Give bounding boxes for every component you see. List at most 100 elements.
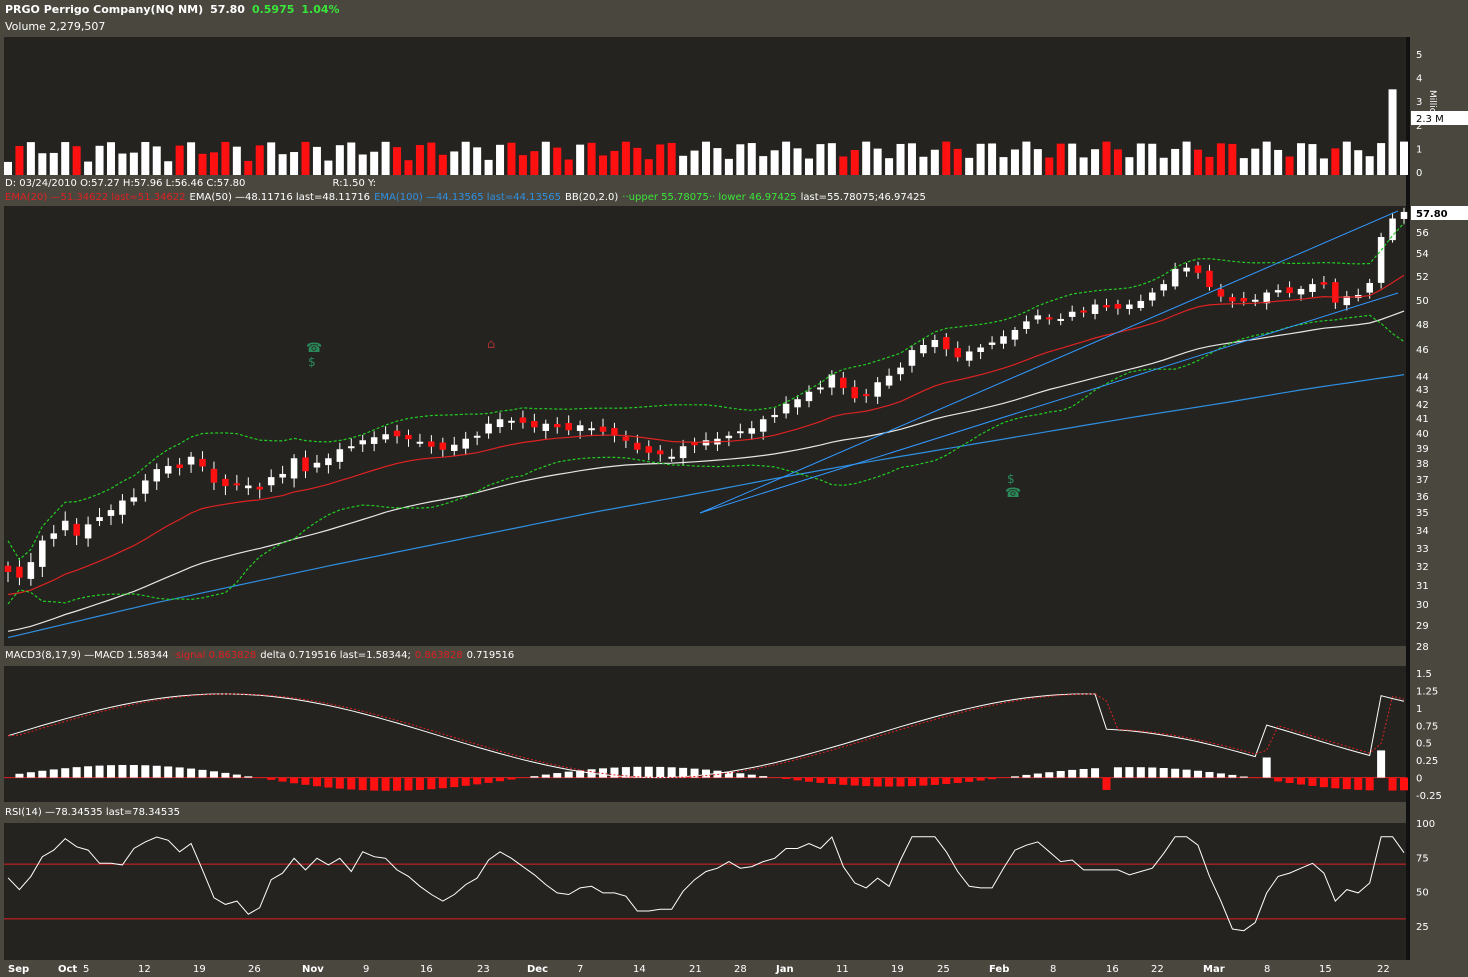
candle-body	[954, 347, 961, 358]
macd-hist-bar	[667, 767, 676, 778]
candle-body	[451, 444, 458, 451]
candle-body	[725, 435, 733, 439]
x-axis-label: 19	[891, 964, 904, 975]
volume-bar	[679, 155, 688, 175]
candle-body	[199, 458, 206, 467]
volume-bar	[415, 145, 424, 175]
macd-hist-bar	[1262, 757, 1271, 778]
macd-hist-bar	[152, 765, 161, 778]
volume-bar	[564, 159, 573, 175]
candle-body	[210, 468, 218, 483]
candle-body	[656, 450, 664, 455]
stock-chart[interactable]: ☎$⌂$☎56545250484644434241403938373635343…	[0, 0, 1468, 977]
indicator-legend: EMA(20) —51.34622 last=51.34622 EMA(50) —…	[5, 192, 930, 203]
candle-body	[187, 456, 195, 465]
candle-body	[622, 436, 630, 441]
macd-hist-bar	[484, 777, 493, 783]
macd-hist-bar	[644, 766, 653, 778]
candle-body	[599, 426, 607, 432]
volume-bar	[1388, 89, 1397, 175]
macd-tick-label: 1.5	[1416, 669, 1432, 680]
candle-body	[519, 417, 527, 423]
volume-bar	[576, 144, 585, 175]
x-axis-label: 21	[689, 964, 702, 975]
macd-hist-bar	[38, 770, 47, 778]
macd-hist-bar	[1377, 750, 1386, 778]
dollar-icon: $	[308, 355, 316, 369]
macd-hist-bar	[1319, 777, 1328, 788]
candle-body	[782, 403, 790, 414]
price-tick-label: 40	[1416, 429, 1429, 440]
candle-body	[1023, 321, 1030, 329]
macd-hist-bar	[1354, 777, 1363, 790]
macd-hist-bar	[747, 774, 756, 778]
macd-hist-bar	[965, 777, 974, 782]
macd-hist-bar	[175, 767, 184, 778]
x-axis-label: 7	[577, 964, 583, 975]
candle-body	[679, 446, 687, 459]
candle-body	[977, 347, 984, 352]
price-tick-label: 44	[1416, 372, 1429, 383]
price-tick-label: 32	[1416, 562, 1429, 573]
volume-bar	[621, 141, 630, 175]
volume-bar	[907, 143, 916, 175]
x-axis-label: 28	[734, 964, 747, 975]
macd-hist-bar	[816, 777, 825, 783]
volume-bar	[496, 144, 505, 175]
macd-hist-bar	[759, 776, 768, 778]
candle-body	[1103, 305, 1110, 308]
macd-hist-bar	[553, 773, 562, 778]
candle-body	[462, 438, 469, 449]
volume-bar	[232, 146, 241, 175]
volume-bar	[885, 158, 894, 175]
volume-bar	[633, 147, 642, 175]
macd-hist-bar	[164, 766, 173, 778]
macd-hist-bar	[1022, 774, 1031, 778]
candle-body	[851, 387, 859, 399]
price-tick-label: 39	[1416, 444, 1429, 455]
candle-body	[290, 458, 298, 479]
candle-body	[1126, 304, 1133, 309]
candle-body	[1206, 270, 1213, 288]
candle-body	[1366, 282, 1373, 293]
macd-hist-bar	[1400, 777, 1408, 791]
candle-body	[496, 419, 504, 428]
x-axis-label: 26	[248, 964, 261, 975]
macd-hist-bar	[393, 777, 402, 791]
x-axis-label: Feb	[989, 964, 1009, 975]
price-tick-label: 54	[1416, 249, 1429, 260]
macd-tick-label: -0.25	[1416, 791, 1442, 802]
candle-body	[897, 367, 904, 375]
macd-hist-bar	[232, 774, 241, 778]
volume-bar	[953, 148, 962, 175]
volume-bar	[599, 155, 608, 175]
candle-body	[931, 340, 939, 348]
price-legend: D: 03/24/2010 O:57.27 H:57.96 L:56.46 C:…	[5, 178, 380, 189]
macd-hist-bar	[564, 771, 573, 778]
macd-hist-bar	[1365, 777, 1374, 791]
volume-bar	[1010, 149, 1019, 175]
volume-bar	[816, 144, 825, 175]
volume-bar	[610, 150, 619, 175]
macd-hist-bar	[1388, 777, 1397, 791]
candle-body	[1114, 303, 1122, 309]
volume-bar	[1262, 141, 1271, 175]
volume-bar	[1125, 157, 1134, 175]
macd-hist-bar	[49, 769, 58, 778]
candle-body	[588, 428, 595, 431]
x-axis-label: 16	[1106, 964, 1119, 975]
candle-body	[691, 442, 698, 446]
candle-body	[1263, 292, 1270, 304]
macd-hist-bar	[1171, 768, 1180, 778]
volume-bar	[1205, 156, 1214, 175]
macd-legend: MACD3(8,17,9) —MACD 1.58344 ·signal 0.863…	[5, 650, 518, 661]
phone-icon: ☎	[306, 341, 322, 356]
candle-body	[1183, 267, 1190, 272]
volume-bar	[324, 160, 333, 175]
volume-bar	[1159, 157, 1168, 175]
candle-body	[542, 423, 550, 431]
candle-body	[1160, 284, 1167, 291]
volume-bar	[38, 153, 47, 175]
axis-divider	[1406, 37, 1410, 960]
price-tick-label: 56	[1416, 228, 1429, 239]
